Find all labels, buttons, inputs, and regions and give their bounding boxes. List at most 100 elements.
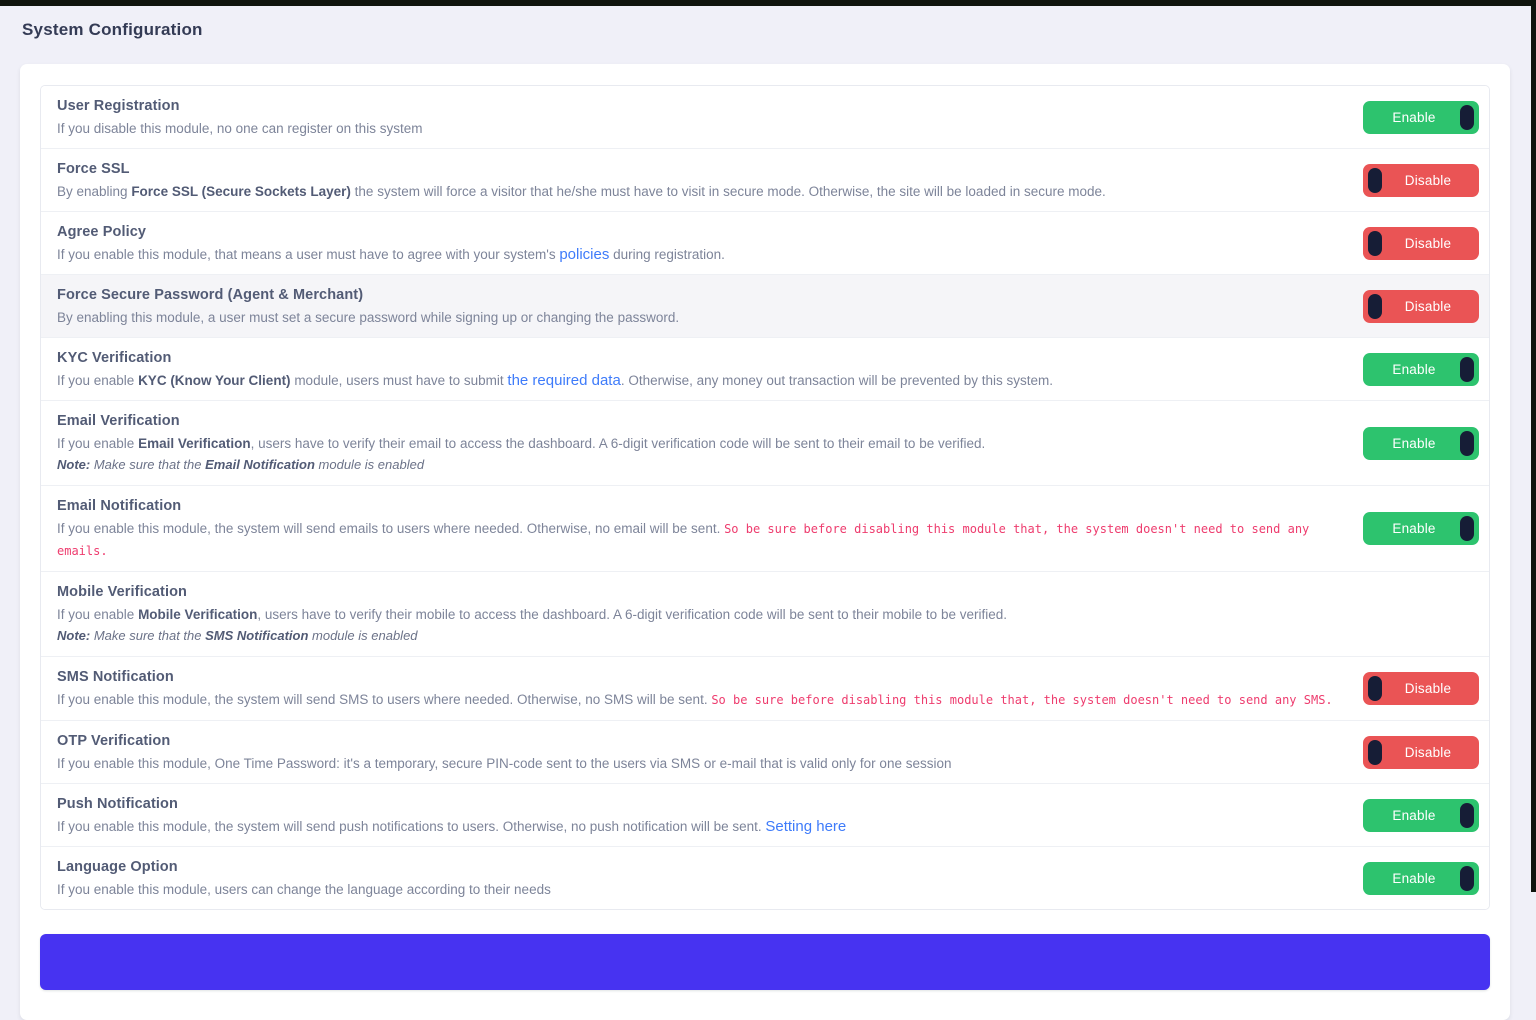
toggle-otp-verification[interactable]: Disable (1363, 735, 1479, 769)
module-text: Agree Policy If you enable this module, … (57, 221, 1351, 265)
module-title: Email Notification (57, 498, 182, 514)
module-note: Note: Make sure that the Email Notificat… (57, 457, 425, 472)
module-action: Disable (1351, 163, 1479, 197)
system-configuration-card: User Registration If you disable this mo… (20, 64, 1510, 1020)
module-description: By enabling this module, a user must set… (57, 310, 680, 325)
toggle-email-verification[interactable]: Enable (1363, 426, 1479, 460)
module-row-language-option: Language Option If you enable this modul… (41, 847, 1489, 909)
toggle-push-notification[interactable]: Enable (1363, 798, 1479, 832)
toggle-label: Enable (1392, 109, 1436, 125)
toggle-label: Enable (1392, 807, 1436, 823)
toggle-knob (1368, 167, 1382, 193)
module-text: SMS Notification If you enable this modu… (57, 666, 1351, 711)
module-text: Force SSL By enabling Force SSL (Secure … (57, 158, 1351, 202)
module-description: If you enable KYC (Know Your Client) mod… (57, 372, 1054, 389)
module-action: Enable (1351, 861, 1479, 895)
toggle-knob (1368, 230, 1382, 256)
module-title: Force Secure Password (Agent & Merchant) (57, 287, 364, 303)
toggle-label: Enable (1392, 361, 1436, 377)
module-action: Enable (1351, 426, 1479, 460)
module-row-agree-policy: Agree Policy If you enable this module, … (41, 212, 1489, 275)
toggle-sms-notification[interactable]: Disable (1363, 672, 1479, 705)
toggle-knob (1368, 739, 1382, 765)
screen-edge-right (1531, 0, 1536, 892)
module-action: Disable (1351, 672, 1479, 705)
toggle-knob (1460, 104, 1474, 130)
toggle-label: Enable (1392, 435, 1436, 451)
submit-button[interactable] (40, 934, 1490, 990)
module-row-sms-notification: SMS Notification If you enable this modu… (41, 657, 1489, 721)
link-policies[interactable]: policies (559, 246, 609, 263)
module-row-user-registration: User Registration If you disable this mo… (41, 86, 1489, 149)
module-row-mobile-verification: Mobile Verification If you enable Mobile… (41, 572, 1489, 657)
toggle-label: Disable (1404, 298, 1452, 314)
module-action: Disable (1351, 226, 1479, 260)
warning-text: So be sure before disabling this module … (711, 693, 1333, 707)
toggle-knob (1460, 865, 1474, 891)
toggle-knob (1460, 430, 1474, 456)
module-title: Agree Policy (57, 224, 147, 240)
toggle-knob (1368, 293, 1382, 319)
toggle-agree-policy[interactable]: Disable (1363, 226, 1479, 260)
toggle-knob (1460, 516, 1474, 541)
toggle-email-notification[interactable]: Enable (1363, 512, 1479, 545)
screen-edge-top (0, 0, 1536, 6)
module-title: SMS Notification (57, 669, 174, 685)
module-description: If you enable this module, that means a … (57, 246, 725, 263)
toggle-force-ssl[interactable]: Disable (1363, 163, 1479, 197)
module-text: User Registration If you disable this mo… (57, 95, 1351, 139)
module-row-force-secure-password-agent-merchant: Force Secure Password (Agent & Merchant)… (41, 275, 1489, 338)
module-action: Enable (1351, 100, 1479, 134)
module-action: Disable (1351, 289, 1479, 323)
module-row-kyc-verification: KYC Verification If you enable KYC (Know… (41, 338, 1489, 401)
module-action: Enable (1351, 352, 1479, 386)
module-row-force-ssl: Force SSL By enabling Force SSL (Secure … (41, 149, 1489, 212)
page: System Configuration User Registration I… (0, 0, 1536, 1020)
toggle-kyc-verification[interactable]: Enable (1363, 352, 1479, 386)
module-title: Push Notification (57, 796, 178, 812)
module-title: Mobile Verification (57, 584, 188, 600)
module-description: If you disable this module, no one can r… (57, 121, 423, 136)
link-the-required-data[interactable]: the required data (507, 372, 620, 389)
module-text: Force Secure Password (Agent & Merchant)… (57, 284, 1351, 328)
module-title: Language Option (57, 859, 178, 875)
module-description: If you enable this module, One Time Pass… (57, 756, 952, 771)
module-description: If you enable this module, users can cha… (57, 882, 551, 897)
module-text: Email Verification If you enable Email V… (57, 410, 1351, 476)
toggle-language-option[interactable]: Enable (1363, 861, 1479, 895)
module-description: If you enable this module, the system wi… (57, 692, 1333, 707)
toggle-knob (1460, 356, 1474, 382)
module-description: If you enable Mobile Verification, users… (57, 607, 1007, 622)
toggle-label: Disable (1404, 681, 1452, 696)
module-row-email-notification: Email Notification If you enable this mo… (41, 486, 1489, 572)
module-text: KYC Verification If you enable KYC (Know… (57, 347, 1351, 391)
module-row-email-verification: Email Verification If you enable Email V… (41, 401, 1489, 486)
link-setting-here[interactable]: Setting here (765, 818, 846, 835)
toggle-user-registration[interactable]: Enable (1363, 100, 1479, 134)
module-row-push-notification: Push Notification If you enable this mod… (41, 784, 1489, 847)
toggle-label: Enable (1392, 521, 1436, 536)
module-title: Force SSL (57, 161, 130, 177)
toggle-force-secure-password-agent-merchant[interactable]: Disable (1363, 289, 1479, 323)
module-list: User Registration If you disable this mo… (40, 85, 1490, 910)
page-title: System Configuration (22, 20, 203, 39)
module-action: Enable (1351, 798, 1479, 832)
module-title: Email Verification (57, 413, 180, 429)
module-note: Note: Make sure that the SMS Notificatio… (57, 628, 418, 643)
toggle-knob (1368, 676, 1382, 701)
toggle-label: Enable (1392, 870, 1436, 886)
module-title: KYC Verification (57, 350, 172, 366)
toggle-label: Disable (1404, 172, 1452, 188)
module-description: If you enable Email Verification, users … (57, 436, 986, 451)
module-text: Push Notification If you enable this mod… (57, 793, 1351, 837)
module-description: If you enable this module, the system wi… (57, 521, 1310, 558)
module-description: If you enable this module, the system wi… (57, 818, 847, 835)
module-text: Language Option If you enable this modul… (57, 856, 1351, 900)
toggle-knob (1460, 802, 1474, 828)
toggle-label: Disable (1404, 235, 1452, 251)
module-description: By enabling Force SSL (Secure Sockets La… (57, 184, 1106, 199)
module-text: OTP Verification If you enable this modu… (57, 730, 1351, 774)
module-action: Enable (1351, 512, 1479, 545)
module-title: OTP Verification (57, 733, 171, 749)
module-text: Mobile Verification If you enable Mobile… (57, 581, 1351, 647)
